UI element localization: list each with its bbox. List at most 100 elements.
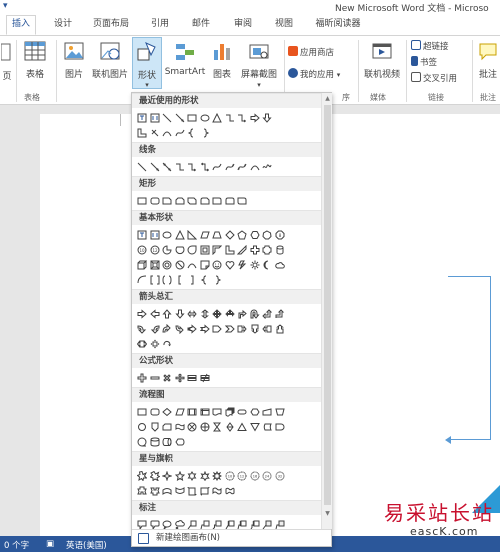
heptagon-shape-icon[interactable] <box>261 229 273 241</box>
or-shape-icon[interactable] <box>199 421 211 433</box>
curve-shape-icon[interactable] <box>211 161 223 173</box>
curvedr-shape-icon[interactable] <box>136 323 148 335</box>
delay-shape-icon[interactable] <box>274 421 286 433</box>
gallery-scrollbar[interactable]: ▲ ▼ <box>321 93 332 529</box>
shapes-button[interactable]: 形状 ▾ <box>132 37 162 89</box>
octagon-shape-icon[interactable]: 8 <box>274 229 286 241</box>
exp1-shape-icon[interactable] <box>136 470 148 482</box>
online-pictures-button[interactable]: 联机图片 <box>90 40 130 80</box>
larrow-shape-icon[interactable] <box>149 308 161 320</box>
round3-shape-icon[interactable] <box>236 195 248 207</box>
arrowline-shape-icon[interactable] <box>149 161 161 173</box>
pentagon-shape-icon[interactable] <box>236 229 248 241</box>
pages-button[interactable]: 页 <box>0 40 14 82</box>
tab-review[interactable]: 审阅 <box>228 16 258 33</box>
circarrow-shape-icon[interactable] <box>161 338 173 350</box>
elbow-shape-icon[interactable] <box>174 161 186 173</box>
textbox-v-shape-icon[interactable] <box>149 229 161 241</box>
star10-shape-icon[interactable]: 10 <box>224 470 236 482</box>
accent1-shape-icon[interactable] <box>224 519 236 530</box>
scroll-thumb[interactable] <box>324 105 331 505</box>
ucallout-shape-icon[interactable] <box>274 323 286 335</box>
accent2-shape-icon[interactable] <box>236 519 248 530</box>
altprocess-shape-icon[interactable] <box>149 406 161 418</box>
proofing-icon[interactable]: ▣ <box>46 539 54 549</box>
roundsnip-shape-icon[interactable] <box>199 195 211 207</box>
table-button[interactable]: 表格 <box>20 40 50 80</box>
star8-shape-icon[interactable] <box>211 470 223 482</box>
crossref-button[interactable]: 交叉引用 <box>411 72 457 84</box>
heart-shape-icon[interactable] <box>224 259 236 271</box>
parallelogram-shape-icon[interactable] <box>199 229 211 241</box>
language-indicator[interactable]: 英语(美国) <box>66 539 107 551</box>
moon-shape-icon[interactable] <box>261 259 273 271</box>
curvedu-shape-icon[interactable] <box>161 323 173 335</box>
predef-shape-icon[interactable] <box>186 406 198 418</box>
rarrow-shape-icon[interactable] <box>249 112 261 124</box>
online-video-button[interactable]: 联机视频 <box>362 40 402 80</box>
ribbondown-shape-icon[interactable] <box>149 485 161 497</box>
star6-shape-icon[interactable] <box>186 470 198 482</box>
my-apps-button[interactable]: 我的应用 ▾ <box>288 68 340 80</box>
brace-l-shape-icon[interactable] <box>199 274 211 286</box>
chord-shape-icon[interactable] <box>174 244 186 256</box>
data-shape-icon[interactable] <box>174 406 186 418</box>
star16-shape-icon[interactable]: 16 <box>249 470 261 482</box>
rarrow-shape-icon[interactable] <box>136 308 148 320</box>
scroll-up-icon[interactable]: ▲ <box>323 94 332 103</box>
can-shape-icon[interactable] <box>274 244 286 256</box>
hscroll-shape-icon[interactable] <box>199 485 211 497</box>
plus-shape-icon[interactable] <box>136 372 148 384</box>
offpage-shape-icon[interactable] <box>149 421 161 433</box>
rtriangle-shape-icon[interactable] <box>186 229 198 241</box>
quick-access-dropdown[interactable]: ▾ <box>3 1 8 11</box>
smartart-button[interactable]: SmartArt <box>164 40 206 77</box>
ovalcall-shape-icon[interactable] <box>161 519 173 529</box>
textbox-shape-icon[interactable] <box>136 229 148 241</box>
curveddown-shape-icon[interactable] <box>174 485 186 497</box>
tab-view[interactable]: 视图 <box>269 16 299 33</box>
sort-shape-icon[interactable] <box>224 421 236 433</box>
textbox-shape-icon[interactable] <box>136 112 148 124</box>
equal-shape-icon[interactable] <box>186 372 198 384</box>
uturn-shape-icon[interactable] <box>249 308 261 320</box>
curvedbl-shape-icon[interactable] <box>236 161 248 173</box>
curvedl-shape-icon[interactable] <box>149 323 161 335</box>
round2-shape-icon[interactable] <box>224 195 236 207</box>
elbowarrow-shape-icon[interactable] <box>186 161 198 173</box>
pentagonarr-shape-icon[interactable] <box>211 323 223 335</box>
preparation-shape-icon[interactable] <box>249 406 261 418</box>
tab-foxit-reader[interactable]: 福昕阅读器 <box>308 16 368 33</box>
exp2-shape-icon[interactable] <box>149 470 161 482</box>
document-shape-icon[interactable] <box>211 406 223 418</box>
manual-shape-icon[interactable] <box>261 406 273 418</box>
snip3-shape-icon[interactable] <box>186 195 198 207</box>
line2c-shape-icon[interactable] <box>199 519 211 530</box>
chart-button[interactable]: 图表 <box>208 40 236 80</box>
comment-button[interactable]: 批注 <box>476 40 500 80</box>
cloud-shape-icon[interactable] <box>274 259 286 271</box>
dblarrow-shape-icon[interactable] <box>161 161 173 173</box>
star32-shape-icon[interactable]: 32 <box>274 470 286 482</box>
ltext-shape-icon[interactable] <box>149 127 161 139</box>
merge-shape-icon[interactable] <box>249 421 261 433</box>
tab-design[interactable]: 设计 <box>48 16 78 33</box>
picture-button[interactable]: 图片 <box>60 40 88 80</box>
multidoc-shape-icon[interactable] <box>224 406 236 418</box>
striped-shape-icon[interactable] <box>186 323 198 335</box>
trapezoid-shape-icon[interactable] <box>211 229 223 241</box>
process-shape-icon[interactable] <box>136 406 148 418</box>
quadarrow-shape-icon[interactable] <box>211 308 223 320</box>
folded-shape-icon[interactable] <box>199 259 211 271</box>
hexagon-shape-icon[interactable] <box>249 229 261 241</box>
extract-shape-icon[interactable] <box>236 421 248 433</box>
line-shape-icon[interactable] <box>161 112 173 124</box>
bracketpair-shape-icon[interactable] <box>149 274 161 286</box>
vscroll-shape-icon[interactable] <box>186 485 198 497</box>
bracket-r-shape-icon[interactable] <box>186 274 198 286</box>
snip2-shape-icon[interactable] <box>174 195 186 207</box>
intstorage-shape-icon[interactable] <box>199 406 211 418</box>
triangle-shape-icon[interactable] <box>174 229 186 241</box>
line-shape-icon[interactable] <box>136 161 148 173</box>
cube-shape-icon[interactable] <box>136 259 148 271</box>
